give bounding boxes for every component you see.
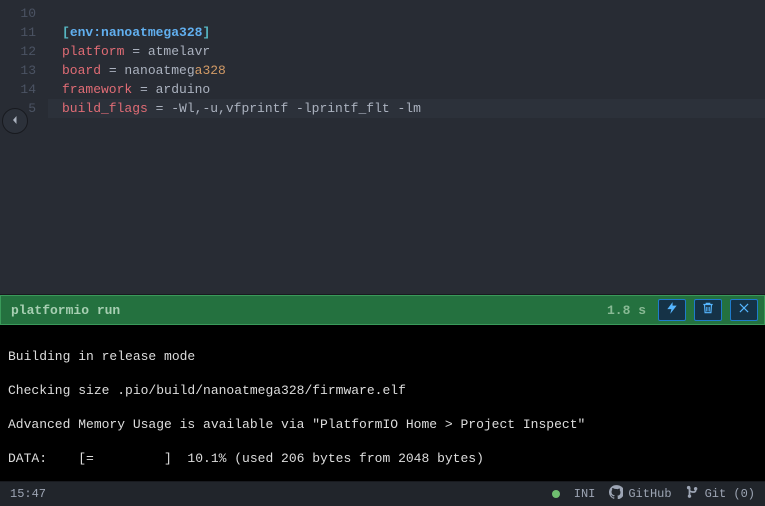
cursor-position[interactable]: 15:47 <box>10 487 538 501</box>
github-icon <box>609 485 623 503</box>
close-icon <box>737 301 751 319</box>
code-editor[interactable]: 10 11 12 13 14 5 [env:nanoatmega328] pla… <box>0 0 765 295</box>
status-bar: 15:47 INI GitHub Git (0) <box>0 481 765 506</box>
clear-button[interactable] <box>694 299 722 321</box>
code-line: [env:nanoatmega328] <box>62 23 765 42</box>
terminal-line: Advanced Memory Usage is available via "… <box>8 416 757 433</box>
close-terminal-button[interactable] <box>730 299 758 321</box>
chevron-left-icon <box>10 114 20 129</box>
git-branch-icon <box>686 485 700 503</box>
file-type[interactable]: INI <box>574 487 596 501</box>
code-line <box>62 4 765 23</box>
git-status[interactable]: Git (0) <box>686 485 755 503</box>
line-number: 11 <box>0 23 48 42</box>
terminal-command: platformio run <box>11 303 599 318</box>
line-number: 14 <box>0 80 48 99</box>
line-number: 12 <box>0 42 48 61</box>
git-label: Git (0) <box>705 487 755 501</box>
lightning-icon <box>665 301 679 319</box>
code-line: framework = arduino <box>62 80 765 99</box>
github-link[interactable]: GitHub <box>609 485 671 503</box>
code-line: board = nanoatmega328 <box>62 61 765 80</box>
line-gutter: 10 11 12 13 14 5 <box>0 0 48 294</box>
rerun-button[interactable] <box>658 299 686 321</box>
fold-toggle-handle[interactable] <box>2 108 28 134</box>
terminal-line: Building in release mode <box>8 348 757 365</box>
trash-icon <box>701 301 715 319</box>
line-number: 10 <box>0 4 48 23</box>
status-dot-icon <box>552 490 560 498</box>
code-area[interactable]: [env:nanoatmega328] platform = atmelavr … <box>48 0 765 294</box>
line-number: 13 <box>0 61 48 80</box>
terminal-duration: 1.8 s <box>607 303 646 318</box>
terminal-header: platformio run 1.8 s <box>0 295 765 325</box>
terminal-output[interactable]: Building in release mode Checking size .… <box>0 325 765 481</box>
linter-status[interactable] <box>552 490 560 498</box>
github-label: GitHub <box>628 487 671 501</box>
code-line: platform = atmelavr <box>62 42 765 61</box>
terminal-line: DATA: [= ] 10.1% (used 206 bytes from 20… <box>8 450 757 467</box>
terminal-line: Checking size .pio/build/nanoatmega328/f… <box>8 382 757 399</box>
code-line-active: build_flags = -Wl,-u,vfprintf -lprintf_f… <box>48 99 765 118</box>
